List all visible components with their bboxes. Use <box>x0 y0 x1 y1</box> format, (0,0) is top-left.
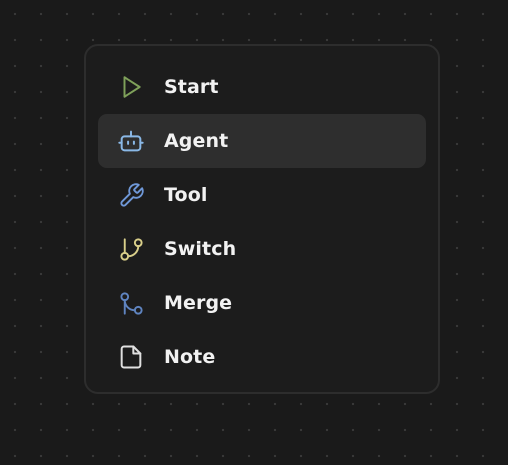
git-merge-icon <box>116 288 146 318</box>
menu-item-label: Start <box>164 76 219 98</box>
menu-item-label: Switch <box>164 238 237 260</box>
menu-item-note[interactable]: Note <box>98 330 426 384</box>
menu-item-label: Note <box>164 346 216 368</box>
bot-icon <box>116 126 146 156</box>
menu-item-label: Merge <box>164 292 233 314</box>
menu-item-agent[interactable]: Agent <box>98 114 426 168</box>
play-icon <box>116 72 146 102</box>
node-type-menu: Start Agent Tool Switch Merge Note <box>84 44 440 394</box>
menu-item-merge[interactable]: Merge <box>98 276 426 330</box>
file-icon <box>116 342 146 372</box>
menu-item-label: Agent <box>164 130 229 152</box>
menu-item-switch[interactable]: Switch <box>98 222 426 276</box>
menu-item-start[interactable]: Start <box>98 60 426 114</box>
wrench-icon <box>116 180 146 210</box>
menu-item-label: Tool <box>164 184 208 206</box>
menu-item-tool[interactable]: Tool <box>98 168 426 222</box>
git-branch-icon <box>116 234 146 264</box>
